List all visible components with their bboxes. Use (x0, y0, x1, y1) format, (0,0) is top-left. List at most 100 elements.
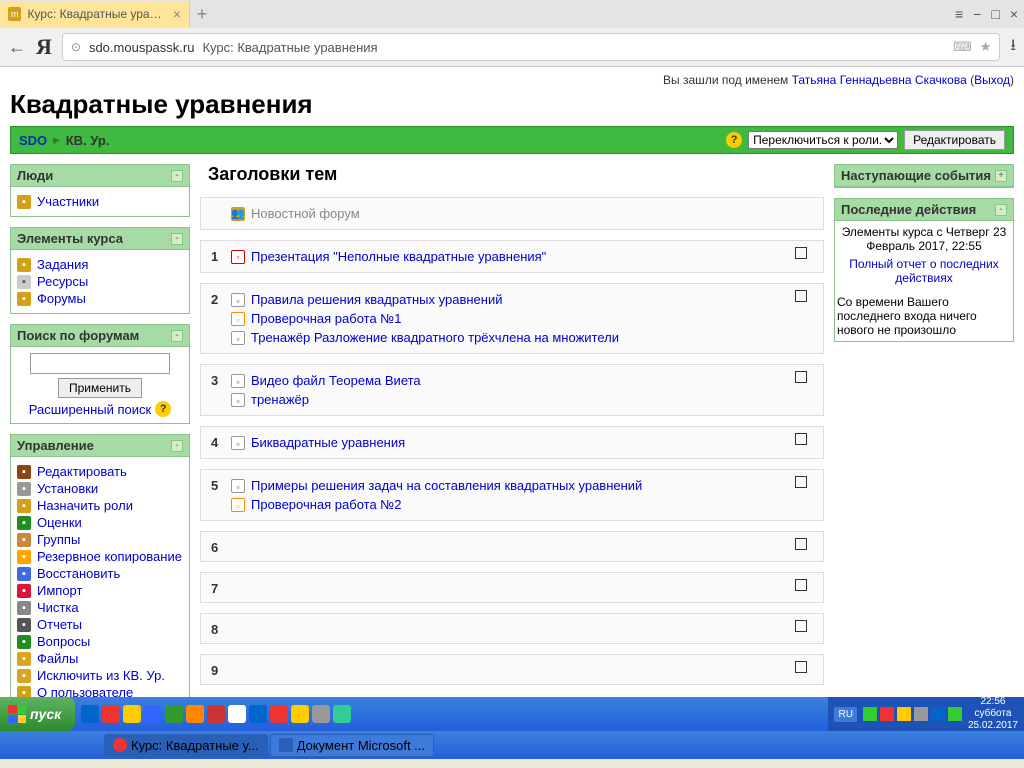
page-icon: ▫ (231, 293, 245, 307)
breadcrumb-current: КВ. Ур. (66, 133, 110, 148)
activity-link[interactable]: Видео файл Теорема Виета (251, 373, 421, 388)
topic-checkbox[interactable] (795, 247, 807, 259)
topic-checkbox[interactable] (795, 371, 807, 383)
edit-course-button[interactable]: Редактировать (904, 130, 1005, 150)
maximize-icon[interactable]: □ (991, 6, 999, 22)
topic-checkbox[interactable] (795, 661, 807, 673)
hot-icon: ▫ (231, 312, 245, 326)
address-bar[interactable]: ⊙ sdo.mouspassk.ru Курс: Квадратные урав… (62, 33, 1001, 61)
breadcrumb-root[interactable]: SDO (19, 133, 47, 148)
block-link[interactable]: Участники (37, 194, 99, 209)
yandex-icon (113, 738, 127, 752)
language-indicator[interactable]: RU (834, 707, 856, 722)
block-link[interactable]: Форумы (37, 291, 86, 306)
tray-icon[interactable] (914, 707, 928, 721)
full-report-link[interactable]: Полный отчет о последних действиях (849, 257, 999, 285)
ql-icon[interactable] (102, 705, 120, 723)
browser-tab[interactable]: m Курс: Квадратные уравн... × (0, 1, 190, 27)
activity-link[interactable]: Биквадратные уравнения (251, 435, 405, 450)
activity-link[interactable]: Проверочная работа №1 (251, 311, 401, 326)
help-icon[interactable]: ? (155, 401, 171, 417)
users-icon: ▪ (17, 195, 31, 209)
taskbar-item-word[interactable]: Документ Microsoft ... (270, 734, 434, 757)
activity-link[interactable]: Примеры решения задач на составления ква… (251, 478, 642, 493)
topic-number: 8 (211, 620, 231, 637)
collapse-icon[interactable]: - (171, 233, 183, 245)
new-tab-button[interactable]: + (190, 4, 214, 25)
tray-icon[interactable] (948, 707, 962, 721)
block-link[interactable]: Восстановить (37, 566, 120, 581)
expand-icon[interactable] (995, 170, 1007, 182)
bookmark-icon[interactable]: ★ (980, 39, 992, 55)
block-link[interactable]: Установки (37, 481, 98, 496)
activity-link[interactable]: Проверочная работа №2 (251, 497, 401, 512)
ql-icon[interactable] (270, 705, 288, 723)
minimize-icon[interactable]: − (973, 6, 981, 22)
tray-icon[interactable] (863, 707, 877, 721)
ql-icon[interactable] (144, 705, 162, 723)
topic-checkbox[interactable] (795, 579, 807, 591)
tray-icon[interactable] (931, 707, 945, 721)
topic-checkbox[interactable] (795, 433, 807, 445)
ql-icon[interactable] (186, 705, 204, 723)
block-link[interactable]: Импорт (37, 583, 82, 598)
block-link[interactable]: Задания (37, 257, 88, 272)
taskbar-item-browser[interactable]: Курс: Квадратные у... (104, 734, 268, 757)
start-button[interactable]: пуск (0, 697, 75, 731)
tab-title: Курс: Квадратные уравн... (27, 7, 166, 21)
close-window-icon[interactable]: × (1010, 6, 1018, 22)
yandex-logo-icon[interactable]: Я (36, 34, 52, 60)
ql-icon[interactable] (249, 705, 267, 723)
logout-link[interactable]: Выход (974, 73, 1010, 87)
back-button[interactable]: ← (8, 37, 26, 58)
block-link[interactable]: Оценки (37, 515, 82, 530)
ql-icon[interactable] (123, 705, 141, 723)
username-link[interactable]: Татьяна Геннадьевна Скачкова (792, 73, 967, 87)
block-link[interactable]: Чистка (37, 600, 79, 615)
ql-icon[interactable] (228, 705, 246, 723)
block-link[interactable]: Отчеты (37, 617, 82, 632)
block-link[interactable]: Резервное копирование (37, 549, 182, 564)
menu-icon[interactable]: ≡ (955, 6, 963, 22)
block-link[interactable]: О пользователе (37, 685, 133, 697)
role-select[interactable]: Переключиться к роли... (748, 131, 898, 149)
topic-checkbox[interactable] (795, 538, 807, 550)
tray-icon[interactable] (880, 707, 894, 721)
block-link[interactable]: Ресурсы (37, 274, 88, 289)
ql-icon[interactable] (165, 705, 183, 723)
block-link[interactable]: Исключить из КВ. Ур. (37, 668, 165, 683)
collapse-icon[interactable]: - (995, 204, 1007, 216)
topic-checkbox[interactable] (795, 476, 807, 488)
activity-link[interactable]: Тренажёр Разложение квадратного трёхчлен… (251, 330, 619, 345)
ql-icon[interactable] (291, 705, 309, 723)
ql-icon[interactable] (207, 705, 225, 723)
activity-link[interactable]: тренажёр (251, 392, 309, 407)
block-link[interactable]: Назначить роли (37, 498, 133, 513)
tray-icon[interactable] (897, 707, 911, 721)
collapse-icon[interactable]: - (171, 170, 183, 182)
activity-link[interactable]: Правила решения квадратных уравнений (251, 292, 502, 307)
block-link[interactable]: Группы (37, 532, 80, 547)
keyboard-icon[interactable]: ⌨ (953, 39, 972, 55)
tray-clock[interactable]: 22:56 суббота 25.02.2017 (968, 696, 1018, 732)
help-icon[interactable]: ? (726, 132, 742, 148)
block-link[interactable]: Редактировать (37, 464, 127, 479)
ql-icon[interactable] (333, 705, 351, 723)
collapse-icon[interactable]: - (171, 440, 183, 452)
ql-icon[interactable] (81, 705, 99, 723)
collapse-icon[interactable]: - (171, 330, 183, 342)
topic-checkbox[interactable] (795, 620, 807, 632)
forum-search-input[interactable] (30, 353, 170, 374)
downloads-icon[interactable]: ⭳ (1010, 34, 1016, 61)
advanced-search-link[interactable]: Расширенный поиск (29, 402, 151, 417)
url-title: Курс: Квадратные уравнения (202, 40, 377, 55)
topic-section: 7 (200, 572, 824, 603)
ql-icon[interactable] (312, 705, 330, 723)
forum-search-button[interactable]: Применить (58, 378, 142, 398)
topic-checkbox[interactable] (795, 290, 807, 302)
favicon-icon: m (8, 7, 21, 21)
activity-link[interactable]: Презентация "Неполные квадратные уравнен… (251, 249, 546, 264)
block-link[interactable]: Файлы (37, 651, 78, 666)
block-link[interactable]: Вопросы (37, 634, 90, 649)
tab-close-icon[interactable]: × (173, 6, 181, 22)
